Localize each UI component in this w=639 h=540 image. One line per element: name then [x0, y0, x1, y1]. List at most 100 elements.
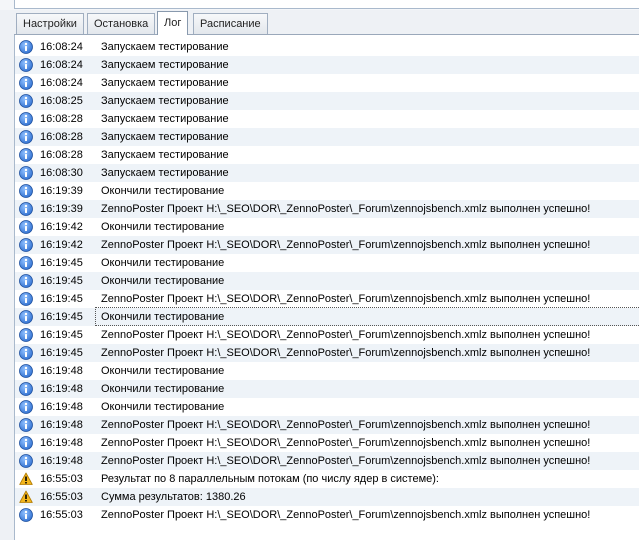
log-time: 16:19:39	[40, 203, 83, 215]
log-time: 16:19:48	[40, 401, 83, 413]
log-row[interactable]: 16:08:24 Запускаем тестирование	[15, 56, 639, 74]
log-time: 16:19:45	[40, 257, 83, 269]
info-icon	[19, 292, 33, 306]
log-message: Запускаем тестирование	[101, 77, 229, 89]
info-icon	[19, 418, 33, 432]
log-row[interactable]: 16:19:48 ZennoPoster Проект H:\_SEO\DOR\_…	[15, 416, 639, 434]
log-row[interactable]: 16:19:48 Окончили тестирование	[15, 398, 639, 416]
log-time: 16:19:42	[40, 239, 83, 251]
log-time: 16:19:48	[40, 419, 83, 431]
warning-icon	[19, 490, 33, 504]
log-message: Запускаем тестирование	[101, 41, 229, 53]
info-icon	[19, 454, 33, 468]
log-row[interactable]: 16:19:42 Окончили тестирование	[15, 218, 639, 236]
tab-log[interactable]: Лог	[157, 11, 189, 35]
log-time: 16:19:45	[40, 311, 83, 323]
log-row[interactable]: 16:19:48 ZennoPoster Проект H:\_SEO\DOR\_…	[15, 434, 639, 452]
log-message: Запускаем тестирование	[101, 59, 229, 71]
info-icon	[19, 58, 33, 72]
log-row[interactable]: 16:19:48 Окончили тестирование	[15, 362, 639, 380]
info-icon	[19, 202, 33, 216]
log-time: 16:19:45	[40, 329, 83, 341]
log-row[interactable]: 16:19:48 ZennoPoster Проект H:\_SEO\DOR\_…	[15, 452, 639, 470]
info-icon	[19, 328, 33, 342]
log-time: 16:55:03	[40, 491, 83, 503]
info-icon	[19, 148, 33, 162]
log-message-cell: ZennoPoster Проект H:\_SEO\DOR\_ZennoPos…	[96, 434, 639, 451]
log-time: 16:08:25	[40, 95, 83, 107]
log-time: 16:19:39	[40, 185, 83, 197]
log-time: 16:08:28	[40, 113, 83, 125]
log-list[interactable]: 16:08:24 Запускаем тестирование 16:08:24 За…	[14, 35, 639, 540]
log-message-cell: ZennoPoster Проект H:\_SEO\DOR\_ZennoPos…	[96, 344, 639, 361]
tab-settings[interactable]: Настройки	[16, 13, 84, 34]
log-message-cell: Запускаем тестирование	[96, 56, 639, 73]
tab-schedule[interactable]: Расписание	[193, 13, 268, 34]
log-row[interactable]: 16:19:48 Окончили тестирование	[15, 380, 639, 398]
log-row[interactable]: 16:08:28 Запускаем тестирование	[15, 146, 639, 164]
log-message-cell: Окончили тестирование	[96, 398, 639, 415]
log-row[interactable]: 16:19:45 Окончили тестирование	[15, 307, 639, 326]
log-row[interactable]: 16:08:30 Запускаем тестирование	[15, 164, 639, 182]
log-message-cell: ZennoPoster Проект H:\_SEO\DOR\_ZennoPos…	[96, 416, 639, 433]
log-time: 16:08:24	[40, 41, 83, 53]
log-message-cell: Окончили тестирование	[96, 362, 639, 379]
info-icon	[19, 220, 33, 234]
log-message: Окончили тестирование	[101, 383, 225, 395]
log-message: Запускаем тестирование	[101, 95, 229, 107]
log-message: ZennoPoster Проект H:\_SEO\DOR\_ZennoPos…	[101, 203, 591, 215]
info-icon	[19, 238, 33, 252]
info-icon	[19, 40, 33, 54]
info-icon	[19, 364, 33, 378]
log-message: Окончили тестирование	[101, 365, 225, 377]
log-row[interactable]: 16:55:03 Результат по 8 параллельным пото…	[15, 470, 639, 488]
log-row[interactable]: 16:19:45 ZennoPoster Проект H:\_SEO\DOR\_…	[15, 326, 639, 344]
log-message-cell: Результат по 8 параллельным потокам (по …	[96, 470, 639, 487]
log-time: 16:08:30	[40, 167, 83, 179]
log-time: 16:55:03	[40, 473, 83, 485]
log-row[interactable]: 16:19:39 ZennoPoster Проект H:\_SEO\DOR\_…	[15, 200, 639, 218]
log-time: 16:55:03	[40, 509, 83, 521]
log-row[interactable]: 16:19:45 ZennoPoster Проект H:\_SEO\DOR\_…	[15, 290, 639, 308]
log-message: Окончили тестирование	[101, 311, 225, 323]
log-row[interactable]: 16:08:25 Запускаем тестирование	[15, 92, 639, 110]
log-message: ZennoPoster Проект H:\_SEO\DOR\_ZennoPos…	[101, 419, 591, 431]
log-time: 16:19:45	[40, 275, 83, 287]
log-row[interactable]: 16:19:39 Окончили тестирование	[15, 182, 639, 200]
log-row[interactable]: 16:55:03 Сумма результатов: 1380.26	[15, 488, 639, 506]
log-row[interactable]: 16:08:28 Запускаем тестирование	[15, 110, 639, 128]
log-time: 16:19:48	[40, 455, 83, 467]
log-time: 16:08:28	[40, 131, 83, 143]
log-time: 16:19:48	[40, 437, 83, 449]
log-row[interactable]: 16:19:45 Окончили тестирование	[15, 254, 639, 272]
log-message: ZennoPoster Проект H:\_SEO\DOR\_ZennoPos…	[101, 347, 591, 359]
log-time: 16:19:42	[40, 221, 83, 233]
info-icon	[19, 508, 33, 522]
log-message: Сумма результатов: 1380.26	[101, 491, 246, 503]
log-message: Окончили тестирование	[101, 221, 225, 233]
log-message: Запускаем тестирование	[101, 167, 229, 179]
log-row[interactable]: 16:08:24 Запускаем тестирование	[15, 38, 639, 56]
log-row[interactable]: 16:19:45 Окончили тестирование	[15, 272, 639, 290]
log-message-cell: Запускаем тестирование	[96, 110, 639, 127]
log-time: 16:19:48	[40, 365, 83, 377]
log-message-cell: Окончили тестирование	[96, 272, 639, 289]
log-message-cell: Запускаем тестирование	[96, 92, 639, 109]
log-message-cell: Окончили тестирование	[96, 218, 639, 235]
log-row[interactable]: 16:55:03 ZennoPoster Проект H:\_SEO\DOR\_…	[15, 506, 639, 524]
log-message-cell: Запускаем тестирование	[96, 164, 639, 181]
log-message-cell: Окончили тестирование	[96, 254, 639, 271]
log-time: 16:19:45	[40, 347, 83, 359]
log-message-cell: ZennoPoster Проект H:\_SEO\DOR\_ZennoPos…	[96, 326, 639, 343]
log-message: Запускаем тестирование	[101, 131, 229, 143]
log-row[interactable]: 16:19:45 ZennoPoster Проект H:\_SEO\DOR\_…	[15, 344, 639, 362]
log-time: 16:19:45	[40, 293, 83, 305]
log-message-cell: Запускаем тестирование	[96, 74, 639, 91]
log-time: 16:08:24	[40, 77, 83, 89]
log-message: ZennoPoster Проект H:\_SEO\DOR\_ZennoPos…	[101, 239, 591, 251]
log-row[interactable]: 16:08:28 Запускаем тестирование	[15, 128, 639, 146]
log-row[interactable]: 16:08:24 Запускаем тестирование	[15, 74, 639, 92]
log-row[interactable]: 16:19:42 ZennoPoster Проект H:\_SEO\DOR\_…	[15, 236, 639, 254]
log-message-cell: Запускаем тестирование	[96, 38, 639, 55]
tab-stop[interactable]: Остановка	[87, 13, 156, 34]
